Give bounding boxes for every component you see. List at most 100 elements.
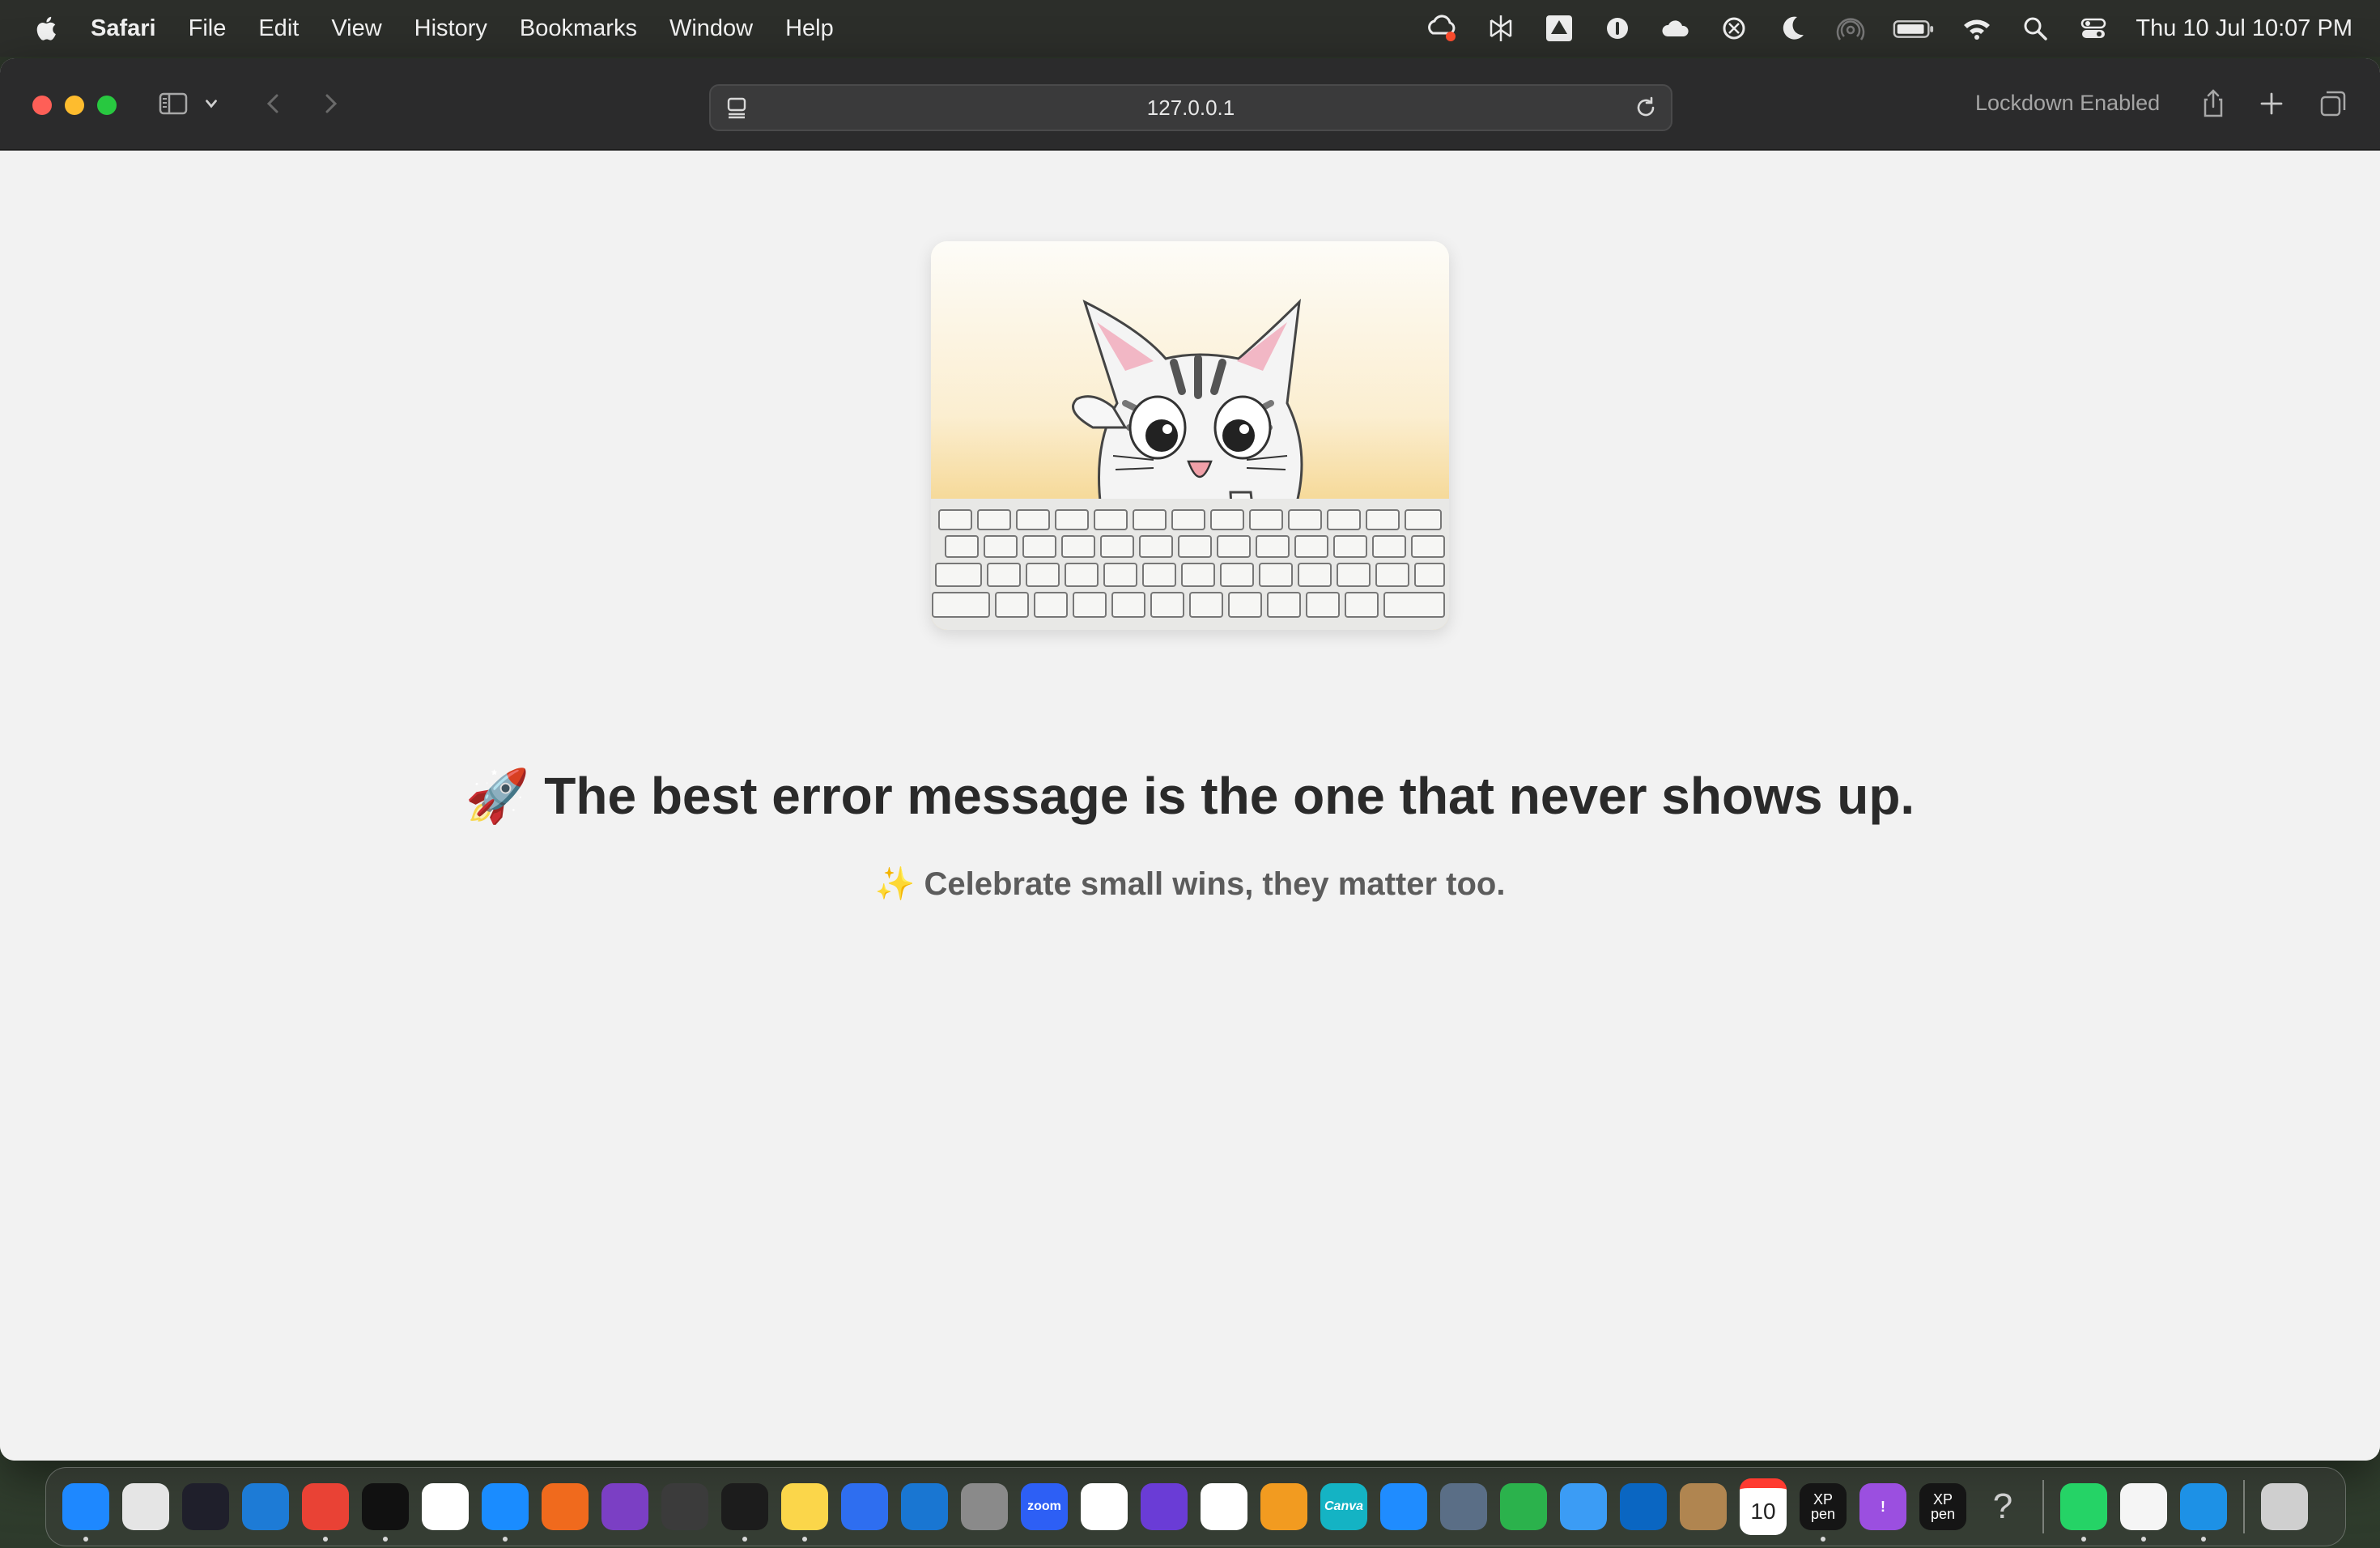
minimize-window-button[interactable] bbox=[65, 96, 84, 115]
dock-app-chrome-icon[interactable] bbox=[302, 1483, 349, 1542]
dock-app-outlook-icon[interactable] bbox=[1620, 1483, 1667, 1530]
chatgpt-icon[interactable] bbox=[1716, 11, 1752, 46]
dock-app-xp-pen-2-icon[interactable]: XP pen bbox=[1919, 1483, 1966, 1530]
dock-app-system-settings-icon[interactable] bbox=[961, 1483, 1008, 1530]
dock-app-label: XP pen bbox=[1930, 1491, 1956, 1522]
dock-app-label: 10 bbox=[1750, 1499, 1776, 1524]
creative-cloud-icon[interactable] bbox=[1425, 11, 1460, 46]
dock-app-vscode-icon[interactable] bbox=[242, 1483, 289, 1530]
reload-icon[interactable] bbox=[1632, 94, 1660, 121]
safari-toolbar: 127.0.0.1 Lockdown Enabled bbox=[0, 58, 2380, 151]
dock-app-label: ! bbox=[1881, 1498, 1885, 1515]
spotlight-search-icon[interactable] bbox=[2017, 11, 2053, 46]
new-tab-plus-icon[interactable] bbox=[2252, 86, 2291, 121]
dock-app-feedback-icon[interactable]: ! bbox=[1859, 1483, 1906, 1530]
address-text[interactable]: 127.0.0.1 bbox=[1147, 96, 1235, 121]
lockdown-mode-label: Lockdown Enabled bbox=[1975, 91, 2161, 115]
dock-app-screenshot-icon[interactable] bbox=[661, 1483, 708, 1530]
page-headline: 🚀 The best error message is the one that… bbox=[465, 767, 1915, 825]
dock-app-label: ? bbox=[1992, 1486, 2013, 1526]
dock-app-sourcetree-icon[interactable] bbox=[542, 1483, 589, 1530]
back-chevron-icon[interactable] bbox=[254, 86, 293, 121]
dock-app-calendar-icon[interactable]: 10 bbox=[1740, 1478, 1787, 1535]
dock-separator bbox=[2042, 1480, 2044, 1533]
google-drive-icon[interactable] bbox=[1541, 11, 1577, 46]
tab-overview-icon[interactable] bbox=[2314, 86, 2352, 121]
dock-app-launchpad-icon[interactable] bbox=[122, 1483, 169, 1530]
dock-app-whatsapp-icon[interactable] bbox=[2060, 1483, 2107, 1542]
dock-app-contacts-icon[interactable] bbox=[1680, 1483, 1727, 1530]
running-indicator bbox=[2201, 1537, 2206, 1542]
page-subline: ✨ Celebrate small wins, they matter too. bbox=[874, 866, 1506, 902]
moon-icon[interactable] bbox=[1774, 11, 1810, 46]
dock-app-label: Canva bbox=[1324, 1499, 1364, 1513]
dock-app-xp-pen-1-icon[interactable]: XP pen bbox=[1800, 1483, 1847, 1542]
dock-app-mail-icon[interactable] bbox=[1560, 1483, 1607, 1530]
dock-app-label: zoom bbox=[1027, 1499, 1061, 1513]
menu-history[interactable]: History bbox=[414, 15, 487, 42]
running-indicator bbox=[2081, 1537, 2086, 1542]
dock-app-preview-icon[interactable] bbox=[1440, 1483, 1487, 1530]
dock-app-reminders-icon[interactable] bbox=[1201, 1483, 1247, 1530]
perplexity-icon[interactable] bbox=[1483, 11, 1519, 46]
share-icon[interactable] bbox=[2194, 86, 2233, 121]
web-page-content: 🚀 The best error message is the one that… bbox=[0, 151, 2380, 1461]
menu-window[interactable]: Window bbox=[669, 15, 753, 42]
running-indicator bbox=[802, 1537, 807, 1542]
dock-app-pages-icon[interactable] bbox=[1260, 1483, 1307, 1530]
running-indicator bbox=[503, 1537, 508, 1542]
running-indicator bbox=[383, 1537, 388, 1542]
address-bar[interactable]: 127.0.0.1 bbox=[709, 84, 1672, 131]
dock-app-app-store-icon[interactable] bbox=[1380, 1483, 1427, 1530]
menu-app-safari[interactable]: Safari bbox=[91, 15, 156, 42]
dock-app-onedrive-icon[interactable] bbox=[901, 1483, 948, 1530]
running-indicator bbox=[2141, 1537, 2146, 1542]
battery-icon[interactable] bbox=[1891, 11, 1936, 46]
dock-app-github-icon[interactable] bbox=[601, 1483, 648, 1530]
dock-app-obs-icon[interactable] bbox=[182, 1483, 229, 1530]
dock-app-terminal-icon[interactable] bbox=[721, 1483, 768, 1542]
close-window-button[interactable] bbox=[32, 96, 52, 115]
menu-edit[interactable]: Edit bbox=[258, 15, 299, 42]
menu-bookmarks[interactable]: Bookmarks bbox=[520, 15, 637, 42]
dock-separator bbox=[2243, 1480, 2245, 1533]
apple-menu-icon[interactable] bbox=[32, 14, 58, 43]
wifi-icon[interactable] bbox=[1959, 11, 1995, 46]
menu-help[interactable]: Help bbox=[785, 15, 834, 42]
menu-bar-clock[interactable]: Thu 10 Jul 10:07 PM bbox=[2136, 15, 2352, 42]
cat-keyboard-image bbox=[931, 241, 1449, 630]
dock-app-safari-icon[interactable] bbox=[482, 1483, 529, 1542]
dock-app-help-icon[interactable]: ? bbox=[1979, 1483, 2026, 1530]
running-indicator bbox=[83, 1537, 88, 1542]
dock-app-docker-icon[interactable] bbox=[2180, 1483, 2227, 1542]
forward-chevron-icon[interactable] bbox=[311, 86, 350, 121]
tab-group-chevron-down-icon[interactable] bbox=[199, 86, 223, 121]
dock-app-freeform-icon[interactable] bbox=[841, 1483, 888, 1530]
dock-app-google-drive-icon[interactable] bbox=[1081, 1483, 1128, 1530]
zoom-window-button[interactable] bbox=[97, 96, 117, 115]
icloud-icon[interactable] bbox=[1658, 11, 1694, 46]
control-center-icon[interactable] bbox=[2076, 11, 2111, 46]
dock-app-notes-icon[interactable] bbox=[781, 1483, 828, 1542]
dock-app-numbers-icon[interactable] bbox=[1500, 1483, 1547, 1530]
dock-app-chatgpt-icon[interactable] bbox=[422, 1483, 469, 1530]
dock-app-trash-icon[interactable] bbox=[2261, 1483, 2308, 1530]
safari-window: 127.0.0.1 Lockdown Enabled 🚀 The best er… bbox=[0, 58, 2380, 1461]
onepassword-icon[interactable] bbox=[1600, 11, 1635, 46]
menu-file[interactable]: File bbox=[189, 15, 227, 42]
menu-bar: Safari File Edit View History Bookmarks … bbox=[0, 0, 2380, 57]
running-indicator bbox=[1821, 1537, 1825, 1542]
dock-app-label: XP pen bbox=[1810, 1491, 1836, 1522]
dock-app-zoom-icon[interactable]: zoom bbox=[1021, 1483, 1068, 1530]
menu-view[interactable]: View bbox=[331, 15, 381, 42]
running-indicator bbox=[323, 1537, 328, 1542]
page-menu-icon[interactable] bbox=[722, 93, 751, 122]
airdrop-icon[interactable] bbox=[1833, 11, 1868, 46]
dock-app-imovie-icon[interactable] bbox=[1141, 1483, 1188, 1530]
sidebar-toggle-icon[interactable] bbox=[154, 86, 193, 121]
dock-app-finder-icon[interactable] bbox=[62, 1483, 109, 1542]
dock-app-canva-icon[interactable]: Canva bbox=[1320, 1483, 1367, 1530]
dock-app-githubdesktop-pen-icon[interactable] bbox=[362, 1483, 409, 1542]
dock-app-textedit-icon[interactable] bbox=[2120, 1483, 2167, 1542]
running-indicator bbox=[742, 1537, 747, 1542]
